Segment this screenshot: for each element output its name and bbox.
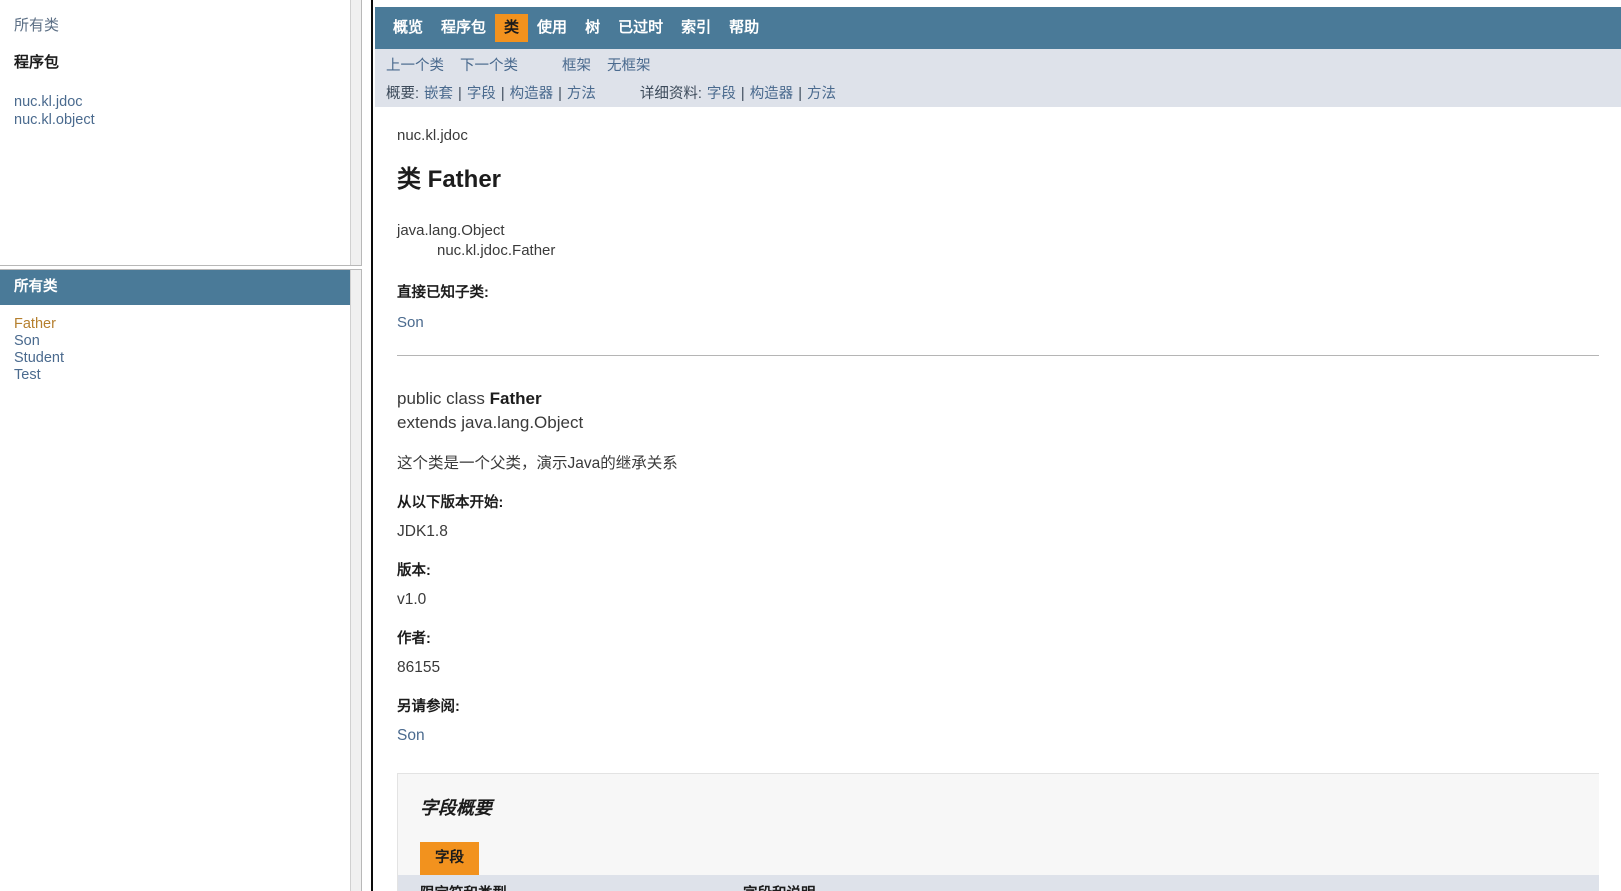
separator: | [458, 86, 462, 102]
main-content-area: 概览 程序包 类 使用 树 已过时 索引 帮助 上一个类 下一个类 框架 无框架… [375, 0, 1621, 891]
detail-label: 详细资料: [639, 85, 702, 102]
sidebar-class-item-father[interactable]: Father [14, 316, 347, 333]
summary-constructor-link[interactable]: 构造器 [510, 85, 554, 104]
class-declaration: public class Father extends java.lang.Ob… [397, 387, 1599, 435]
nav-overview[interactable]: 概览 [384, 14, 432, 42]
summary-nested-link[interactable]: 嵌套 [424, 85, 453, 104]
sidebar-packages-heading: 程序包 [14, 54, 60, 71]
see-also-label: 另请参阅: [397, 699, 460, 715]
separator: | [740, 86, 745, 102]
see-also-link-son[interactable]: Son [397, 727, 425, 744]
sidebar-all-classes-link-top[interactable]: 所有类 [14, 0, 347, 36]
version-value: v1.0 [397, 591, 427, 608]
detail-field-link[interactable]: 字段 [707, 85, 736, 104]
nav-packages[interactable]: 程序包 [432, 14, 495, 42]
top-navigation-bar: 概览 程序包 类 使用 树 已过时 索引 帮助 [375, 7, 1621, 49]
since-value: JDK1.8 [397, 523, 448, 540]
left-sidebar: 所有类 程序包 nuc.kl.jdoc nuc.kl.object 所有类 Fa… [0, 0, 373, 891]
sidebar-class-item-student[interactable]: Student [14, 350, 347, 367]
since-label: 从以下版本开始: [397, 495, 504, 511]
detail-constructor-link[interactable]: 构造器 [750, 85, 794, 104]
sidebar-classes-scrollbar[interactable] [350, 270, 361, 891]
subnav-summary-detail-row: 概要: 嵌套 | 字段 | 构造器 | 方法 详细资料: 字段 | 构造器 | … [375, 83, 1621, 105]
sidebar-all-classes-bar: 所有类 [0, 270, 361, 305]
prev-class-link[interactable]: 上一个类 [386, 57, 444, 76]
summary-method-link[interactable]: 方法 [567, 85, 596, 104]
field-summary-table: 限定符和类型 字段和说明 java.lang.String name [398, 875, 1599, 891]
next-class-link[interactable]: 下一个类 [460, 57, 518, 76]
field-summary-tabs: 字段 [398, 842, 1599, 875]
sidebar-package-item[interactable]: nuc.kl.jdoc [14, 93, 347, 111]
inheritance-level-1: java.lang.Object [397, 222, 505, 239]
sub-navigation-bar: 上一个类 下一个类 框架 无框架 概要: 嵌套 | 字段 | 构造器 | 方法 … [375, 49, 1621, 107]
class-documentation: nuc.kl.jdoc 类 Father java.lang.Object nu… [375, 107, 1621, 891]
column-header-modifier-type: 限定符和类型 [398, 875, 718, 891]
known-subclasses-label: 直接已知子类: [397, 285, 489, 301]
nav-tree[interactable]: 树 [576, 14, 609, 42]
page-title: 类 Father [397, 166, 502, 193]
separator: | [798, 86, 802, 102]
column-header-field-description: 字段和说明 [718, 875, 1599, 891]
nav-help[interactable]: 帮助 [720, 14, 768, 42]
no-frames-link[interactable]: 无框架 [607, 57, 651, 76]
divider [397, 355, 1599, 356]
tab-fields[interactable]: 字段 [420, 842, 479, 875]
declaration-modifier: public class [397, 389, 490, 408]
subnav-prev-next-row: 上一个类 下一个类 框架 无框架 [375, 55, 1621, 77]
summary-label: 概要: [386, 85, 420, 102]
sidebar-class-item-son[interactable]: Son [14, 333, 347, 350]
sidebar-package-list: nuc.kl.jdoc nuc.kl.object [14, 93, 347, 129]
sidebar-classes-frame: 所有类 Father Son Student Test [0, 269, 362, 891]
field-summary-section: 字段概要 字段 限定符和类型 字段和说明 [397, 773, 1599, 891]
see-also-value: Son [397, 726, 1599, 746]
sidebar-packages-frame: 所有类 程序包 nuc.kl.jdoc nuc.kl.object [0, 0, 362, 266]
subclass-link-son[interactable]: Son [397, 314, 424, 331]
declaration-class-name: Father [489, 389, 542, 408]
version-label: 版本: [397, 563, 431, 579]
sidebar-packages-scrollbar[interactable] [350, 0, 361, 265]
sidebar-class-item-test[interactable]: Test [14, 367, 347, 384]
author-label: 作者: [397, 631, 431, 647]
declaration-extends: extends java.lang.Object [397, 413, 584, 432]
frames-link[interactable]: 框架 [562, 57, 591, 76]
sidebar-package-item[interactable]: nuc.kl.object [14, 111, 347, 129]
javadoc-page: 所有类 程序包 nuc.kl.jdoc nuc.kl.object 所有类 Fa… [0, 0, 1621, 891]
separator: | [500, 86, 505, 102]
nav-index[interactable]: 索引 [672, 14, 720, 42]
package-name: nuc.kl.jdoc [397, 127, 468, 144]
separator: | [558, 86, 562, 102]
inheritance-level-2: nuc.kl.jdoc.Father [437, 242, 556, 259]
inheritance-tree: java.lang.Object nuc.kl.jdoc.Father [397, 221, 1599, 261]
nav-deprecated[interactable]: 已过时 [609, 14, 672, 42]
class-description: 这个类是一个父类，演示Java的继承关系 [397, 455, 678, 472]
nav-class[interactable]: 类 [495, 14, 529, 42]
sidebar-class-list: Father Son Student Test [0, 305, 361, 384]
field-summary-title: 字段概要 [420, 798, 492, 818]
known-subclasses-value: Son [397, 313, 1599, 333]
nav-use[interactable]: 使用 [528, 14, 576, 42]
author-value: 86155 [397, 659, 441, 676]
detail-method-link[interactable]: 方法 [807, 85, 836, 104]
summary-field-link[interactable]: 字段 [467, 85, 496, 104]
table-header-row: 限定符和类型 字段和说明 [398, 875, 1599, 891]
